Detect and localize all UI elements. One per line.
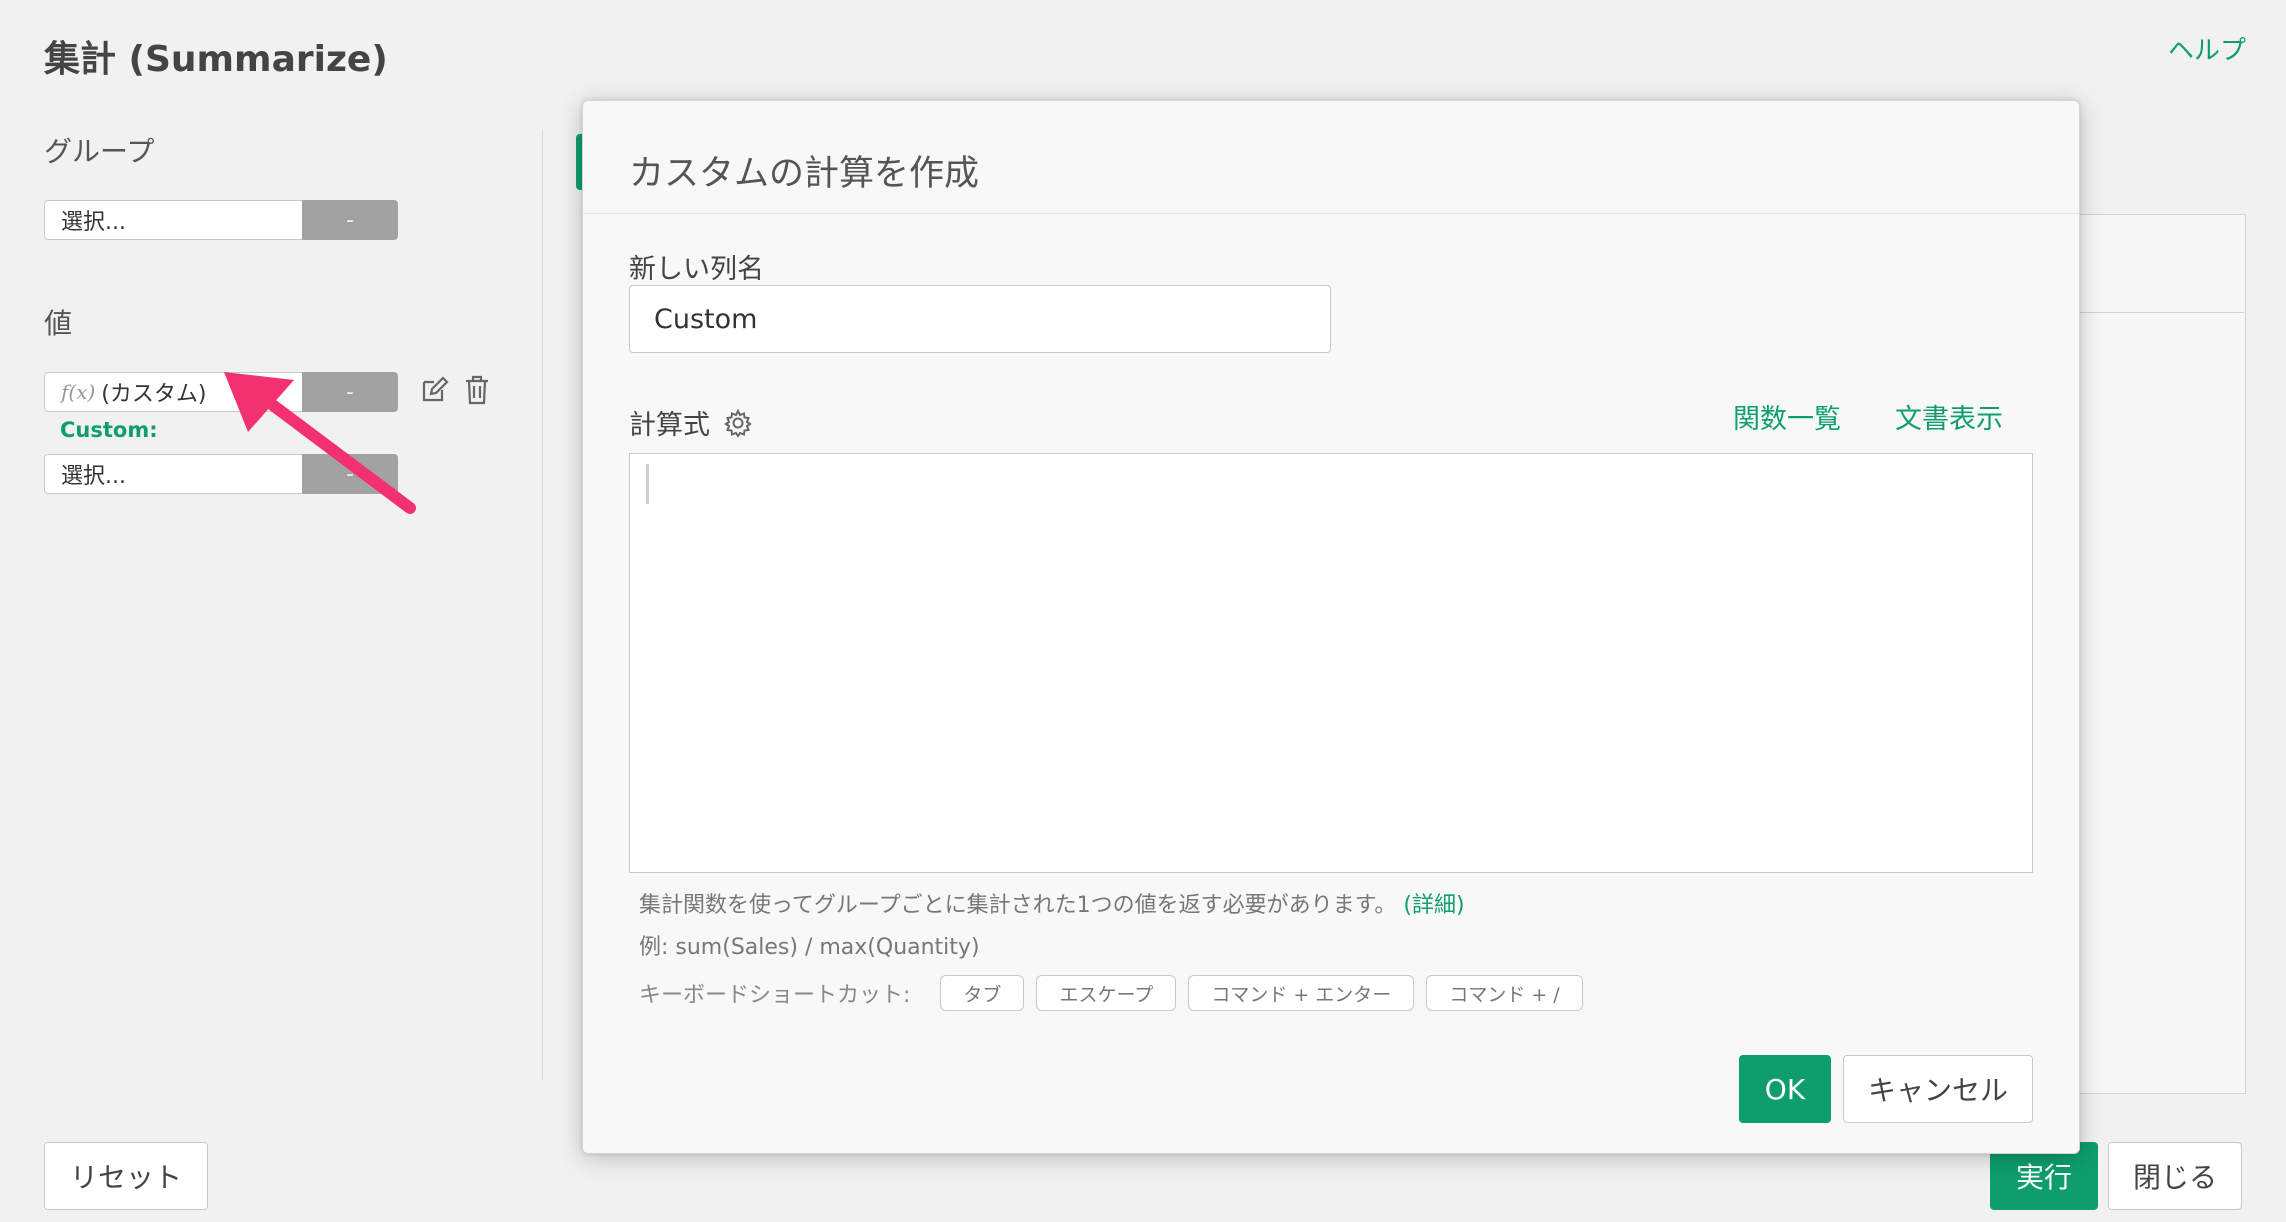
config-panel: グループ 選択... - 値 f(x) (カスタム) - Custom: 選択.… (44, 130, 524, 494)
value-remove-button-empty[interactable]: - (302, 454, 398, 494)
formula-hint-text: 集計関数を使ってグループごとに集計された1つの値を返す必要があります。 (639, 893, 1397, 918)
panel-divider (542, 130, 543, 1080)
background-preview-divider (2070, 312, 2244, 313)
summarize-page: 集計 (Summarize) ヘルプ グループ 選択... - 値 f(x) (… (0, 0, 2286, 1222)
custom-calculation-dialog: カスタムの計算を作成 新しい列名 計算式 関数一覧 文書表示 集計関数を使ってグ… (582, 100, 2080, 1154)
formula-editor[interactable] (629, 453, 2033, 873)
formula-hint: 集計関数を使ってグループごとに集計された1つの値を返す必要があります。 (詳細) (639, 887, 1465, 919)
document-view-link[interactable]: 文書表示 (1895, 397, 2003, 436)
details-link[interactable]: (詳細) (1403, 893, 1464, 918)
shortcut-key-escape[interactable]: エスケープ (1036, 975, 1177, 1011)
value-select-empty[interactable]: 選択... (44, 454, 302, 494)
formula-example: 例: sum(Sales) / max(Quantity) (639, 935, 980, 960)
shortcut-label: キーボードショートカット: (639, 983, 911, 1008)
gear-icon[interactable] (724, 408, 752, 438)
cancel-button[interactable]: キャンセル (1843, 1055, 2033, 1123)
value-select-custom[interactable]: f(x) (カスタム) (44, 372, 302, 412)
column-name-label: 新しい列名 (629, 254, 764, 285)
formula-label: 計算式 (629, 410, 710, 441)
custom-value-label: Custom: (60, 418, 158, 442)
shortcut-key-tab[interactable]: タブ (940, 975, 1025, 1011)
group-section-label: グループ (44, 135, 155, 168)
dialog-header-divider (583, 213, 2079, 214)
group-row: 選択... - (44, 200, 524, 240)
group-remove-button[interactable]: - (302, 200, 398, 240)
ok-button[interactable]: OK (1739, 1055, 1831, 1123)
text-caret (646, 464, 649, 504)
group-select[interactable]: 選択... (44, 200, 302, 240)
value-row-custom: f(x) (カスタム) - (44, 372, 524, 412)
help-link[interactable]: ヘルプ (2168, 30, 2246, 67)
value-row-actions (418, 374, 492, 410)
value-remove-button-custom[interactable]: - (302, 372, 398, 412)
function-list-link[interactable]: 関数一覧 (1733, 397, 1841, 436)
value-section-label: 値 (44, 307, 73, 340)
formula-label-group: 計算式 (629, 403, 752, 442)
background-preview-frame (2070, 214, 2246, 1094)
value-row-empty: 選択... - (44, 454, 524, 494)
shortcut-key-cmd-enter[interactable]: コマンド + エンター (1188, 975, 1415, 1011)
function-icon: f(x) (61, 380, 96, 404)
edit-icon[interactable] (418, 374, 450, 410)
trash-icon[interactable] (462, 374, 492, 410)
close-button[interactable]: 閉じる (2108, 1142, 2242, 1210)
column-name-input[interactable] (629, 285, 1331, 353)
keyboard-shortcuts: キーボードショートカット: タブ エスケープ コマンド + エンター コマンド … (639, 975, 1583, 1011)
dialog-title: カスタムの計算を作成 (629, 154, 980, 194)
reset-button[interactable]: リセット (44, 1142, 208, 1210)
page-title: 集計 (Summarize) (44, 39, 388, 80)
shortcut-key-cmd-slash[interactable]: コマンド + / (1426, 975, 1583, 1011)
value-select-custom-text: (カスタム) (101, 382, 207, 407)
